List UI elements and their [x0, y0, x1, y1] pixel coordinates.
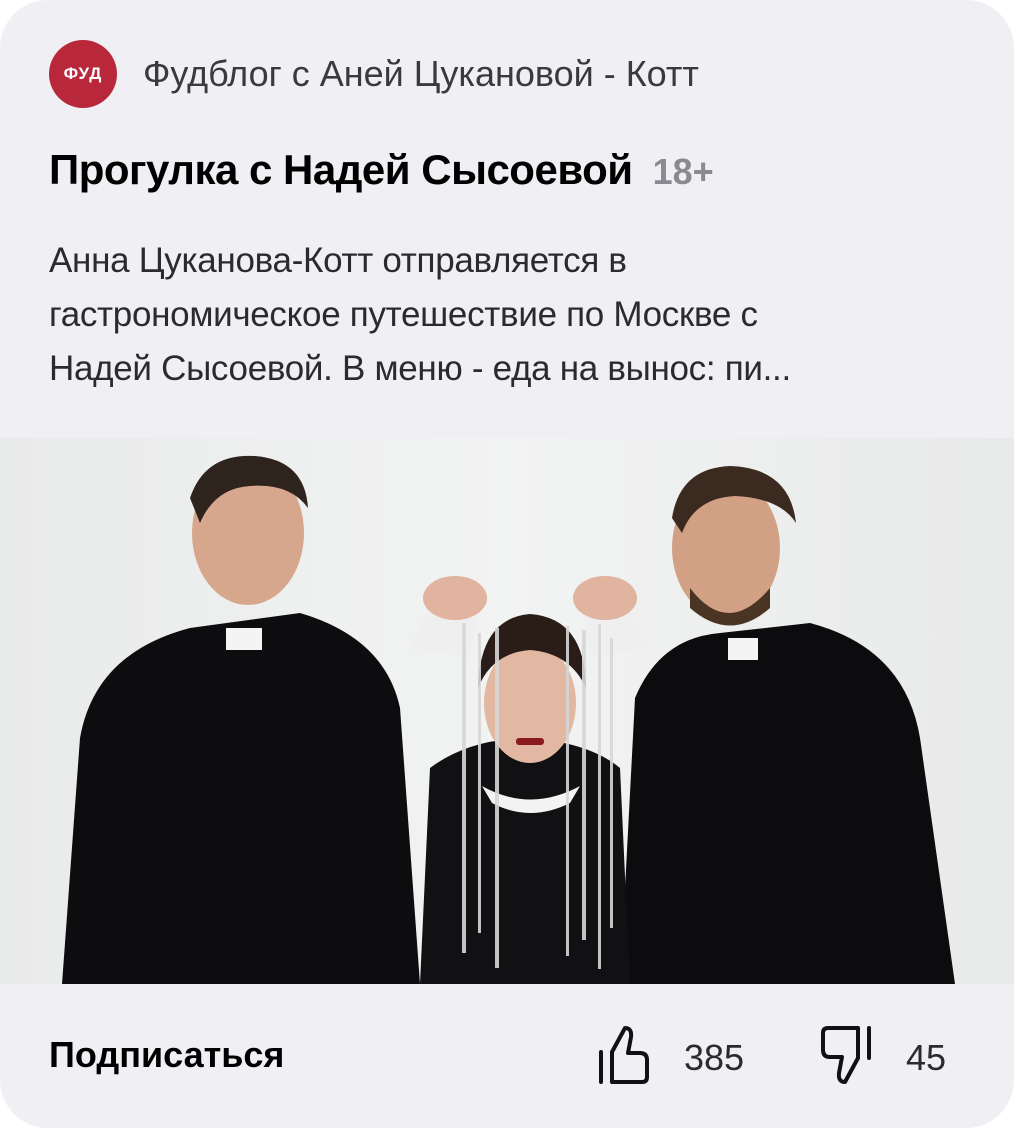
age-rating-badge: 18+	[652, 151, 714, 192]
video-thumbnail[interactable]	[0, 438, 1014, 984]
channel-avatar[interactable]: ФУД	[49, 40, 117, 108]
thumb-down-icon	[820, 1024, 872, 1091]
like-count: 385	[684, 1036, 745, 1078]
subscribe-button[interactable]: Подписаться	[49, 1034, 284, 1076]
title-row: Прогулка с Надей Сысоевой 18+	[49, 146, 714, 194]
description-line: гастрономическое путешествие по Москве с	[49, 295, 758, 334]
post-title[interactable]: Прогулка с Надей Сысоевой	[49, 146, 633, 194]
post-card[interactable]: ФУД Фудблог с Аней Цукановой - Котт Прог…	[0, 0, 1014, 1128]
description-line: Надей Сысоевой. В меню - еда на вынос: п…	[49, 349, 791, 388]
channel-header[interactable]: ФУД Фудблог с Аней Цукановой - Котт	[49, 40, 699, 108]
post-footer: Подписаться 385 45	[0, 1010, 1014, 1106]
description-line: Анна Цуканова-Котт отправляется в	[49, 241, 627, 280]
channel-name[interactable]: Фудблог с Аней Цукановой - Котт	[143, 53, 699, 95]
post-description[interactable]: Анна Цуканова-Котт отправляется в гастро…	[49, 234, 969, 396]
thumb-up-icon	[598, 1024, 650, 1091]
like-button[interactable]: 385	[598, 1024, 744, 1091]
center-figure	[410, 576, 650, 984]
dislike-button[interactable]: 45	[820, 1024, 946, 1091]
thumbnail-illustration	[0, 438, 1014, 984]
dislike-count: 45	[906, 1036, 947, 1078]
avatar-text: ФУД	[63, 64, 103, 83]
